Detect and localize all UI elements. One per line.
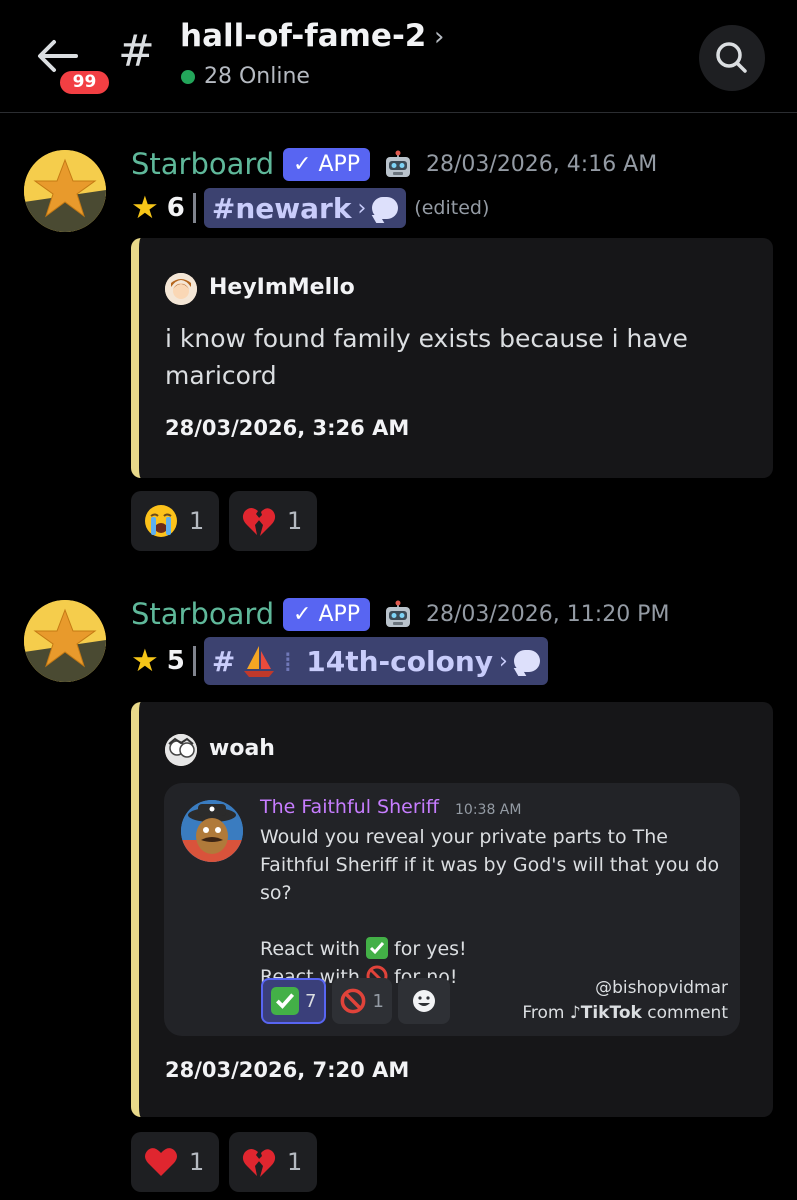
tiktok-from-label: From [522, 1003, 565, 1023]
checkmark-icon: ✓ [293, 152, 312, 177]
reaction-crying[interactable]: 1 [131, 491, 219, 551]
reaction-red-heart[interactable]: 1 [131, 1132, 219, 1192]
embed[interactable]: HeyImMello i know found family exists be… [131, 238, 773, 478]
message-timestamp: 28/03/2026, 4:16 AM [426, 152, 658, 177]
star-icon: ★ [131, 642, 159, 679]
sailboat-icon [244, 646, 275, 677]
embed-author-avatar [165, 273, 197, 305]
embed-timestamp: 28/03/2026, 7:20 AM [165, 1058, 410, 1082]
message-author[interactable]: Starboard [131, 597, 274, 631]
edited-label: (edited) [414, 197, 490, 219]
reaction-count: 1 [189, 507, 205, 535]
broken-heart-icon [242, 508, 276, 536]
checkmark-icon: ✓ [293, 602, 312, 627]
chevron-right-icon: › [499, 648, 508, 674]
red-heart-icon [145, 1148, 177, 1176]
star-line: ★ 6 # newark › (edited) [131, 188, 489, 228]
starboard-avatar[interactable] [24, 150, 106, 232]
app-tag-label: APP [318, 152, 361, 177]
embed-timestamp: 28/03/2026, 3:26 AM [165, 416, 410, 440]
online-count: 28 Online [204, 64, 310, 89]
divider [192, 193, 196, 223]
channel-mention-label: 14th-colony [306, 644, 494, 678]
chevron-right-icon: › [357, 195, 367, 221]
unread-badge: 99 [56, 67, 113, 98]
inner-message-line: Would you reveal your private parts to T… [260, 826, 720, 904]
search-button[interactable] [699, 25, 765, 91]
check-mark-button-icon [271, 987, 299, 1015]
reaction-count: 1 [372, 990, 384, 1012]
inner-message-line-text: React with [260, 938, 360, 960]
prohibited-icon [341, 988, 366, 1014]
channel-header: 99 # hall-of-fame-2 › 28 Online [0, 0, 797, 113]
channel-mention-label: newark [235, 191, 352, 225]
inner-message-line-text: for yes! [394, 938, 467, 960]
embed-author[interactable]: HeyImMello [209, 275, 355, 300]
tiktok-watermark: From ♪TikTok comment [522, 1003, 728, 1023]
star-icon: ★ [131, 189, 159, 226]
tiktok-note-icon: ♪ [569, 1003, 581, 1023]
robot-icon [382, 150, 414, 182]
app-tag-label: APP [318, 602, 361, 627]
star-count: 6 [166, 193, 185, 223]
embed-author-avatar [165, 734, 197, 766]
star-line: ★ 5 # ⁞ 14th-colony › [131, 637, 548, 685]
reaction-count: 7 [305, 990, 317, 1012]
reaction-broken-heart[interactable]: 1 [229, 491, 317, 551]
divider [192, 646, 196, 676]
embed-description: i know found family exists because i hav… [165, 324, 688, 390]
starboard-avatar[interactable] [24, 600, 106, 682]
loudly-crying-face-icon [145, 505, 177, 537]
divider: ⁞ [283, 644, 293, 678]
channel-title[interactable]: hall-of-fame-2 [180, 18, 426, 54]
reaction-bar: 1 1 [131, 491, 317, 551]
check-mark-button-icon [365, 937, 388, 959]
inner-reaction-prohibited: 1 [332, 978, 392, 1024]
inner-reaction-bar: 7 1 [261, 978, 450, 1024]
online-status-icon [181, 70, 195, 84]
broken-heart-icon [242, 1149, 276, 1177]
channel-mention[interactable]: # newark › [203, 188, 407, 228]
message-author[interactable]: Starboard [131, 147, 274, 181]
reaction-count: 1 [287, 1148, 303, 1176]
tiktok-handle: @bishopvidmar [595, 978, 728, 998]
tiktok-suffix: comment [647, 1003, 728, 1023]
inner-reaction-check: 7 [261, 978, 327, 1024]
chevron-right-icon[interactable]: › [434, 22, 444, 52]
smiley-face-icon [412, 990, 435, 1012]
embed-image[interactable]: The Faithful Sheriff 10:38 AM Would you … [164, 783, 740, 1036]
reaction-broken-heart[interactable]: 1 [229, 1132, 317, 1192]
channel-hash-icon: # [118, 26, 155, 77]
inner-message-time: 10:38 AM [455, 802, 522, 818]
hash-icon: # [211, 191, 236, 225]
app-tag: ✓ APP [283, 598, 371, 631]
reaction-bar: 1 1 [131, 1132, 317, 1192]
inner-message-line: React with for yes! [260, 935, 730, 963]
inner-message-author: The Faithful Sheriff [260, 796, 439, 818]
sheriff-avatar [181, 800, 243, 862]
robot-icon [382, 600, 414, 632]
search-icon [716, 42, 747, 73]
app-tag: ✓ APP [283, 148, 371, 181]
reaction-count: 1 [287, 507, 303, 535]
channel-mention[interactable]: # ⁞ 14th-colony › [203, 637, 548, 685]
message-timestamp: 28/03/2026, 11:20 PM [426, 602, 670, 627]
embed[interactable]: woah The Faithful Sheriff 10:38 AM Would… [131, 702, 773, 1117]
tiktok-brand: TikTok [580, 1003, 642, 1023]
reaction-count: 1 [189, 1148, 205, 1176]
hash-icon: # [211, 644, 236, 678]
inner-message-text: Would you reveal your private parts to T… [260, 823, 730, 991]
thread-bubble-icon [513, 650, 540, 672]
add-reaction-button [397, 978, 450, 1024]
star-count: 5 [166, 646, 185, 676]
embed-author[interactable]: woah [209, 736, 275, 761]
thread-bubble-icon [372, 197, 399, 219]
